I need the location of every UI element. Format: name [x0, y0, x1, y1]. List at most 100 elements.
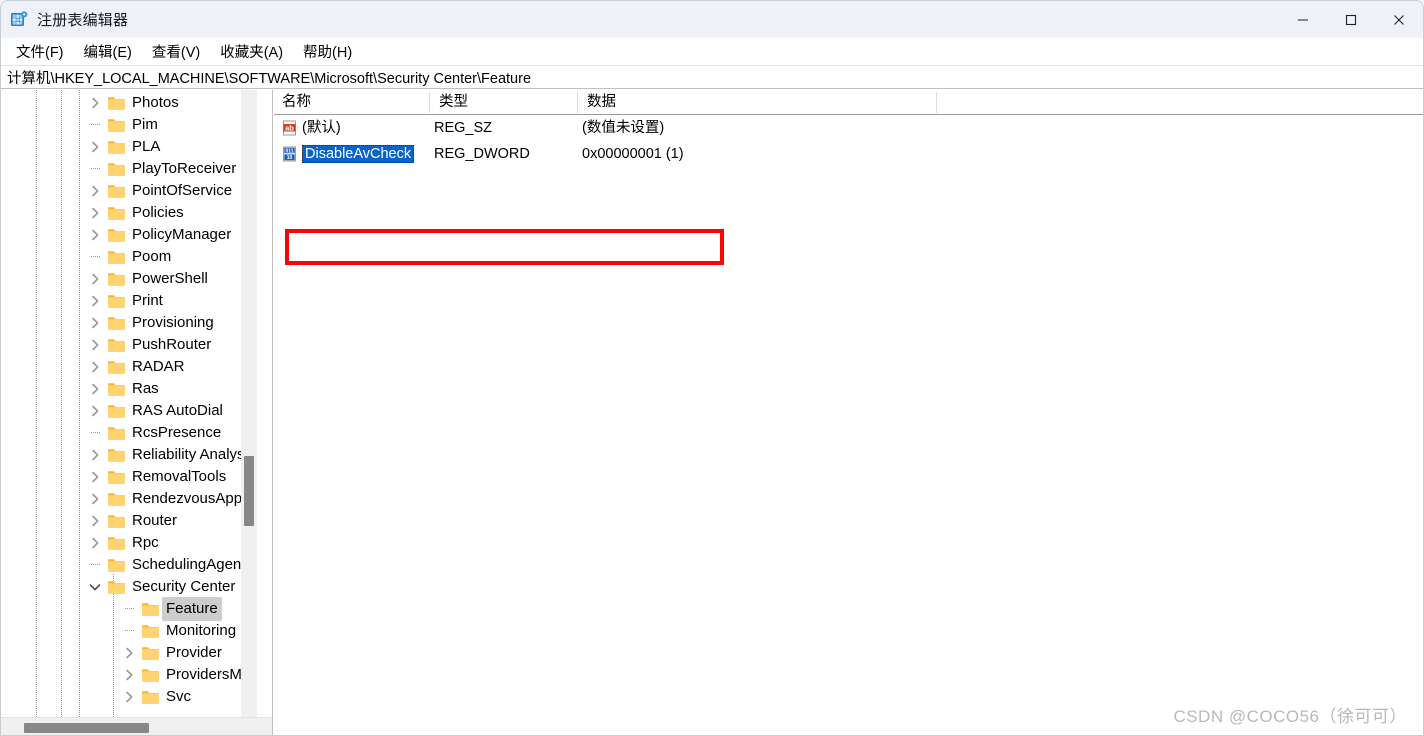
tree-item-label: PLA — [132, 138, 161, 155]
tree-vertical-scroll-thumb[interactable] — [244, 456, 254, 526]
chevron-right-icon[interactable] — [87, 400, 103, 422]
chevron-right-icon[interactable] — [87, 290, 103, 312]
tree-item-label: RcsPresence — [132, 424, 222, 441]
registry-tree-pane: Photos Pim PLA PlayToReceiver PointOfService… — [1, 90, 273, 735]
menu-edit[interactable]: 编辑(E) — [77, 38, 139, 65]
chevron-right-icon[interactable] — [87, 510, 103, 532]
chevron-right-icon[interactable] — [87, 202, 103, 224]
chevron-right-icon[interactable] — [121, 686, 137, 708]
content-area: Photos Pim PLA PlayToReceiver PointOfService… — [1, 90, 1423, 735]
column-header-data[interactable]: 数据 — [579, 90, 616, 114]
folder-icon — [141, 623, 160, 639]
chevron-right-icon[interactable] — [87, 378, 103, 400]
tree-item-label: PushRouter — [132, 336, 212, 353]
tree-horizontal-scroll-thumb[interactable] — [24, 723, 149, 733]
folder-icon — [107, 403, 126, 419]
chevron-down-icon[interactable] — [87, 576, 103, 598]
tree-item-label: Pim — [132, 116, 158, 133]
chevron-right-icon[interactable] — [121, 642, 137, 664]
tree-item-label: SchedulingAgent — [132, 556, 246, 573]
tree-item-label: Router — [132, 512, 178, 529]
values-column-header: 名称 类型 数据 — [274, 90, 1423, 115]
value-name[interactable]: DisableAvCheck — [302, 142, 415, 166]
column-divider[interactable] — [577, 92, 578, 113]
registry-path-text: 计算机\HKEY_LOCAL_MACHINE\SOFTWARE\Microsof… — [7, 70, 532, 87]
chevron-right-icon[interactable] — [87, 488, 103, 510]
value-row[interactable]: 011 10 DisableAvCheck REG_DWORD 0x00000001 (… — [274, 142, 1423, 166]
folder-icon — [107, 249, 126, 265]
tree-elbow-line — [87, 422, 103, 444]
chevron-right-icon[interactable] — [87, 268, 103, 290]
folder-icon — [107, 513, 126, 529]
tree-item-label: RADAR — [132, 358, 185, 375]
column-divider[interactable] — [936, 92, 937, 113]
svg-text:011: 011 — [285, 148, 293, 154]
tree-item-label: Print — [132, 292, 163, 309]
chevron-right-icon[interactable] — [87, 334, 103, 356]
tree-item-label: Security Center — [132, 578, 236, 595]
chevron-right-icon[interactable] — [87, 312, 103, 334]
value-name[interactable]: (默认) — [302, 116, 341, 140]
column-header-type[interactable]: 类型 — [431, 90, 468, 114]
chevron-right-icon[interactable] — [87, 444, 103, 466]
window-title: 注册表编辑器 — [37, 12, 129, 29]
chevron-right-icon[interactable] — [87, 180, 103, 202]
tree-item-label: Feature — [162, 597, 222, 621]
value-row[interactable]: ab (默认) REG_SZ (数值未设置) — [274, 116, 1423, 140]
folder-icon — [107, 337, 126, 353]
chevron-right-icon[interactable] — [87, 92, 103, 114]
tree-guide-line — [61, 90, 62, 717]
chevron-right-icon[interactable] — [87, 532, 103, 554]
chevron-right-icon[interactable] — [121, 664, 137, 686]
folder-icon — [107, 227, 126, 243]
folder-icon — [107, 271, 126, 287]
chevron-right-icon[interactable] — [87, 136, 103, 158]
column-divider[interactable] — [429, 92, 430, 113]
value-data: 0x00000001 (1) — [582, 146, 684, 162]
menu-file[interactable]: 文件(F) — [9, 38, 71, 65]
menu-bar: 文件(F) 编辑(E) 查看(V) 收藏夹(A) 帮助(H) — [1, 38, 1423, 64]
folder-icon — [107, 117, 126, 133]
tree-elbow-line — [87, 246, 103, 268]
maximize-button[interactable] — [1327, 1, 1375, 38]
folder-icon — [141, 667, 160, 683]
tree-item-label: Provisioning — [132, 314, 214, 331]
tree-elbow-line — [121, 620, 137, 642]
tree-item-label: RendezvousApp — [132, 490, 243, 507]
tree-elbow-line — [87, 114, 103, 136]
tree-guide-line — [36, 90, 37, 717]
folder-icon — [107, 293, 126, 309]
menu-favorites[interactable]: 收藏夹(A) — [213, 38, 290, 65]
chevron-right-icon[interactable] — [87, 224, 103, 246]
column-header-name[interactable]: 名称 — [274, 90, 311, 114]
tree-vertical-scrollbar[interactable] — [241, 90, 257, 717]
value-name-selected[interactable]: DisableAvCheck — [302, 145, 415, 163]
close-button[interactable] — [1375, 1, 1423, 38]
minimize-button[interactable] — [1279, 1, 1327, 38]
menu-help[interactable]: 帮助(H) — [296, 38, 359, 65]
value-data: (数值未设置) — [582, 120, 665, 136]
tree-item-label: Ras — [132, 380, 159, 397]
tree-horizontal-scrollbar[interactable] — [1, 717, 272, 735]
registry-editor-icon — [10, 10, 28, 29]
tree-item-label: Policies — [132, 204, 184, 221]
tree-item-label: Reliability Analys — [132, 446, 245, 463]
address-bar[interactable]: 计算机\HKEY_LOCAL_MACHINE\SOFTWARE\Microsof… — [1, 65, 1423, 89]
folder-icon — [107, 139, 126, 155]
tree-item-label: Rpc — [132, 534, 159, 551]
tree-item-label: PointOfService — [132, 182, 233, 199]
folder-icon — [107, 359, 126, 375]
string-value-icon: ab — [282, 120, 298, 136]
chevron-right-icon[interactable] — [87, 466, 103, 488]
tree-item-label: PlayToReceiver — [132, 160, 237, 177]
title-bar: 注册表编辑器 — [1, 1, 1423, 38]
registry-editor-window: 注册表编辑器 文件(F) 编辑(E) 查看(V) 收藏夹(A) 帮助(H) 计算… — [0, 0, 1424, 736]
tree-item-label: Photos — [132, 94, 179, 111]
folder-icon — [107, 183, 126, 199]
folder-icon — [107, 381, 126, 397]
folder-icon — [107, 205, 126, 221]
folder-icon — [141, 645, 160, 661]
chevron-right-icon[interactable] — [87, 356, 103, 378]
menu-view[interactable]: 查看(V) — [145, 38, 207, 65]
folder-icon — [107, 315, 126, 331]
